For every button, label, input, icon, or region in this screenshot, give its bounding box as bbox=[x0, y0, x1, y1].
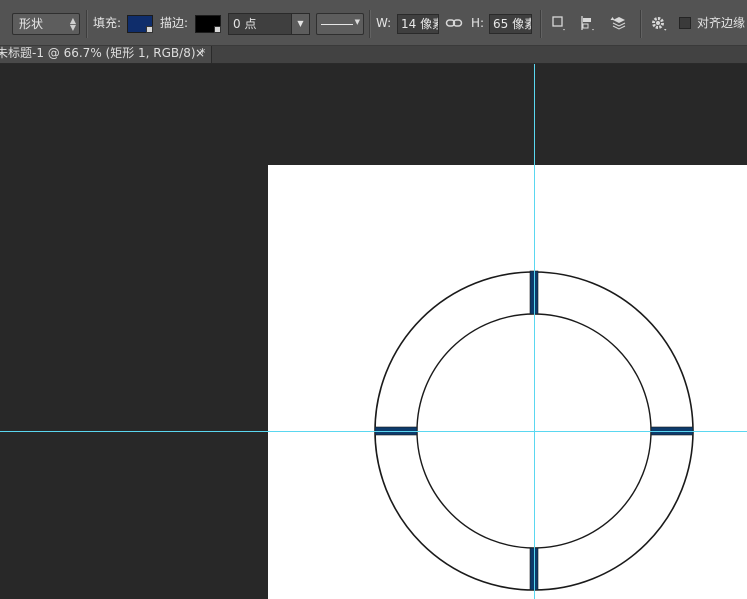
canvas-artwork bbox=[0, 64, 747, 599]
